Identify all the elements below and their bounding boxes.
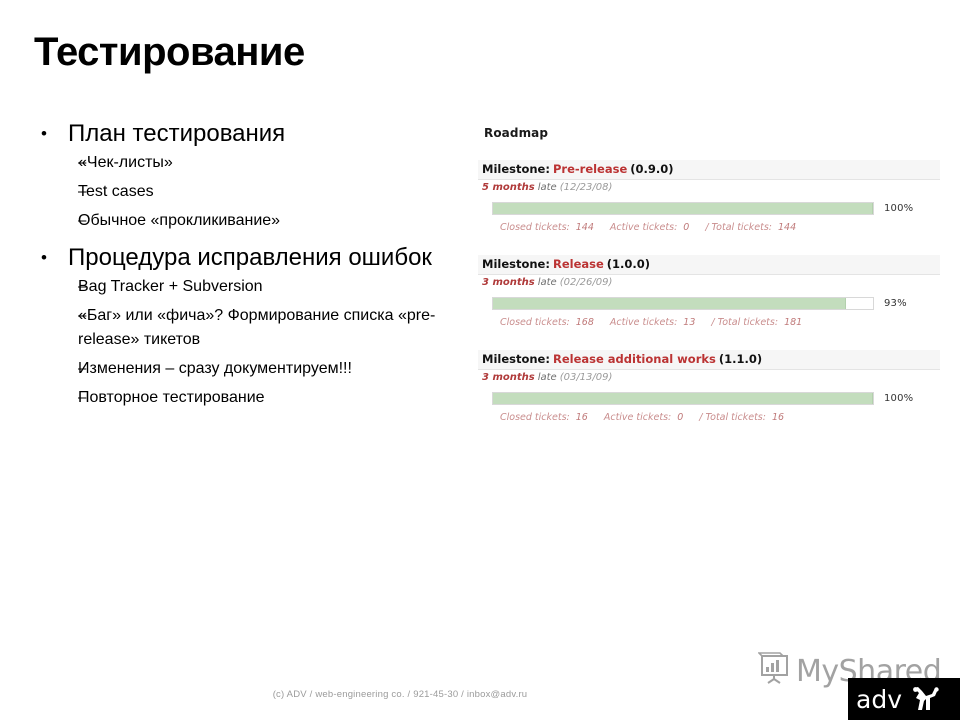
bullet-item-level2: – «Чек-листы» [34,151,464,175]
closed-tickets-value: 168 [575,317,594,328]
bullet-text: Test cases [78,183,154,200]
progress-track[interactable] [492,392,874,405]
milestone-block: Milestone: Release (1.0.0) 3 months late (02… [478,255,940,328]
active-tickets-label: Active tickets: [603,412,672,423]
closed-tickets-label: Closed tickets: [500,317,570,328]
bullet-text: «Чек-листы» [78,154,173,171]
milestone-late-label: late [537,372,557,383]
adv-logo-text: adv [856,684,902,714]
closed-tickets-value: 144 [575,222,594,233]
bullet-marker: – [78,183,87,200]
milestone-due: 3 months late (02/26/09) [478,275,940,288]
milestone-due: 3 months late (03/13/09) [478,370,940,383]
total-tickets-label: / Total tickets: [699,412,766,423]
ticket-stats: Closed tickets: 144 Active tickets: 0 / Tota… [500,222,940,233]
presentation-board-icon [757,652,792,691]
total-tickets-value: 144 [778,222,797,233]
milestone-block: Milestone: Release additional works (1.1.0… [478,350,940,423]
bullet-item-level2: – Test cases [34,180,464,204]
milestone-late-label: late [537,277,557,288]
progress-row: 100% [492,392,940,405]
sub-bullet-list: – «Чек-листы» – Test cases – Обычное «пр… [34,151,464,233]
bullet-text: План тестирования [68,120,286,147]
bullet-item-level2: – Изменения – сразу документируем!!! [34,357,464,381]
adv-logo: adv [848,678,960,720]
bullet-text: Изменения – сразу документируем!!! [78,360,352,377]
milestone-version: (0.9.0) [630,162,674,176]
ticket-stats: Closed tickets: 16 Active tickets: 0 / Total… [500,412,940,423]
milestone-name[interactable]: Pre-release [553,162,627,176]
bullet-marker: • [41,124,47,143]
milestone-label: Milestone: [482,257,550,271]
bullet-item-level1: • Процедура исправления ошибок [34,242,464,273]
milestone-late-amount: 3 months [482,277,535,288]
milestone-label: Milestone: [482,162,550,176]
milestone-header: Milestone: Pre-release (0.9.0) [478,160,940,180]
milestone-late-amount: 3 months [482,372,535,383]
milestone-late-label: late [537,182,557,193]
total-tickets-label: / Total tickets: [705,222,773,233]
bullet-marker: – [78,307,87,324]
active-tickets-value: 13 [683,317,696,328]
bullet-item-level2: – Обычное «прокликивание» [34,209,464,233]
progress-percent-label: 93% [884,298,907,309]
bullet-item-level1: • План тестирования [34,118,464,149]
milestone-date: (02/26/09) [559,277,613,288]
bullet-text: Bag Tracker + Subversion [78,278,263,295]
milestone-label: Milestone: [482,352,550,366]
bullet-list: • План тестирования – «Чек-листы» – Test… [34,118,464,415]
milestone-late-amount: 5 months [482,182,535,193]
milestone-block: Milestone: Pre-release (0.9.0) 5 months lat… [478,160,940,233]
milestone-date: (03/13/09) [559,372,613,383]
progress-fill [493,393,873,404]
bullet-marker: – [78,360,87,377]
milestone-version: (1.1.0) [718,352,763,366]
adv-figure-icon [911,686,941,712]
bullet-text: Процедура исправления ошибок [68,244,432,271]
bullet-marker: – [78,154,87,171]
milestone-header: Milestone: Release (1.0.0) [478,255,940,275]
progress-fill [493,298,847,309]
bullet-item-level2: – Bag Tracker + Subversion [34,275,464,299]
active-tickets-value: 0 [683,222,690,233]
progress-fill [493,203,873,214]
roadmap-heading: Roadmap [484,126,549,140]
bullet-text: «Баг» или «фича»? Формирование списка «p… [78,307,436,348]
bullet-text: Повторное тестирование [78,389,265,406]
progress-row: 93% [492,297,940,310]
closed-tickets-label: Closed tickets: [500,222,570,233]
active-tickets-label: Active tickets: [609,222,678,233]
sub-bullet-list: – Bag Tracker + Subversion – «Баг» или «… [34,275,464,410]
bullet-marker: • [41,248,47,267]
progress-row: 100% [492,202,940,215]
ticket-stats: Closed tickets: 168 Active tickets: 13 / Tot… [500,317,940,328]
milestone-name[interactable]: Release [553,257,604,271]
total-tickets-value: 16 [771,412,785,423]
total-tickets-label: / Total tickets: [711,317,779,328]
footer-credit: (c) ADV / web-engineering co. / 921-45-3… [272,689,528,700]
milestone-name[interactable]: Release additional works [553,352,716,366]
bullet-text: Обычное «прокликивание» [78,212,281,229]
milestone-due: 5 months late (12/23/08) [478,180,940,193]
page-title: Тестирование [34,30,305,74]
closed-tickets-label: Closed tickets: [500,412,570,423]
active-tickets-label: Active tickets: [609,317,678,328]
bullet-marker: – [78,278,87,295]
progress-percent-label: 100% [884,203,914,214]
progress-percent-label: 100% [884,393,914,404]
progress-track[interactable] [492,202,874,215]
bullet-item-level2: – «Баг» или «фича»? Формирование списка … [34,304,464,352]
milestone-header: Milestone: Release additional works (1.1.0… [478,350,940,370]
bullet-marker: – [78,389,87,406]
closed-tickets-value: 16 [575,412,588,423]
milestone-date: (12/23/08) [559,182,613,193]
bullet-marker: – [78,212,87,229]
active-tickets-value: 0 [677,412,684,423]
milestone-version: (1.0.0) [606,257,651,271]
total-tickets-value: 181 [784,317,803,328]
progress-track[interactable] [492,297,874,310]
bullet-item-level2: – Повторное тестирование [34,386,464,410]
roadmap-panel: Roadmap Milestone: Pre-release (0.9.0) 5 m… [478,126,940,445]
